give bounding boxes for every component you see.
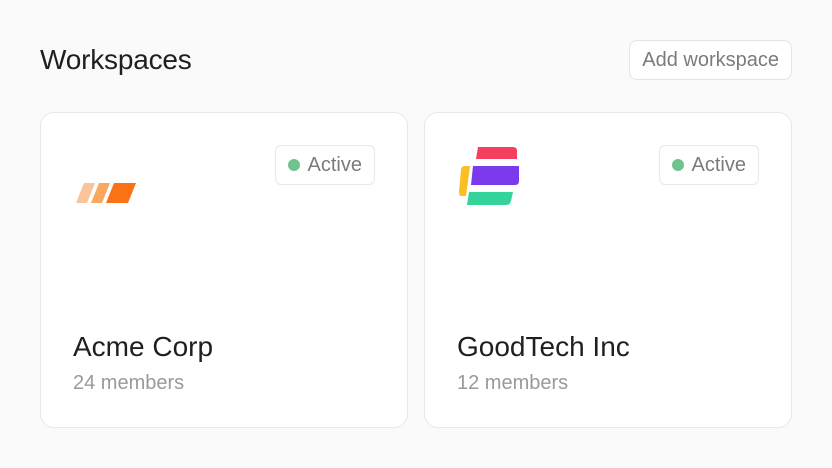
workspace-name: Acme Corp xyxy=(73,331,214,362)
status-label: Active xyxy=(307,153,362,176)
status-dot-icon xyxy=(671,159,684,171)
acme-logo-stripe-2 xyxy=(91,183,110,203)
acme-logo-stripe-3 xyxy=(106,183,136,203)
status-dot-icon xyxy=(287,159,300,171)
header: Workspaces Add workspace xyxy=(40,40,792,80)
workspace-card-goodtech[interactable]: Active GoodTech Inc 12 members xyxy=(424,112,792,428)
status-label: Active xyxy=(691,153,746,176)
workspace-members: 24 members xyxy=(73,372,185,394)
status-badge: Active xyxy=(274,145,375,185)
goodtech-logo-middle xyxy=(471,166,519,185)
goodtech-logo-icon xyxy=(457,145,521,209)
status-badge: Active xyxy=(658,145,759,185)
goodtech-logo-left xyxy=(459,166,470,196)
workspace-card-acme[interactable]: Active Acme Corp 24 members xyxy=(40,112,408,428)
goodtech-logo-top xyxy=(476,147,517,159)
acme-logo-stripe-1 xyxy=(76,183,95,203)
workspace-name: GoodTech Inc xyxy=(457,331,630,362)
workspaces-page: Workspaces Add workspace Active Acme Cor… xyxy=(0,0,832,468)
page-title: Workspaces xyxy=(40,44,192,75)
add-workspace-button[interactable]: Add workspace xyxy=(629,40,792,80)
workspace-members: 12 members xyxy=(457,372,569,394)
goodtech-logo-bottom xyxy=(467,192,513,205)
workspace-list: Active Acme Corp 24 members Active GoodT… xyxy=(40,112,792,428)
acme-logo-icon xyxy=(73,145,137,209)
